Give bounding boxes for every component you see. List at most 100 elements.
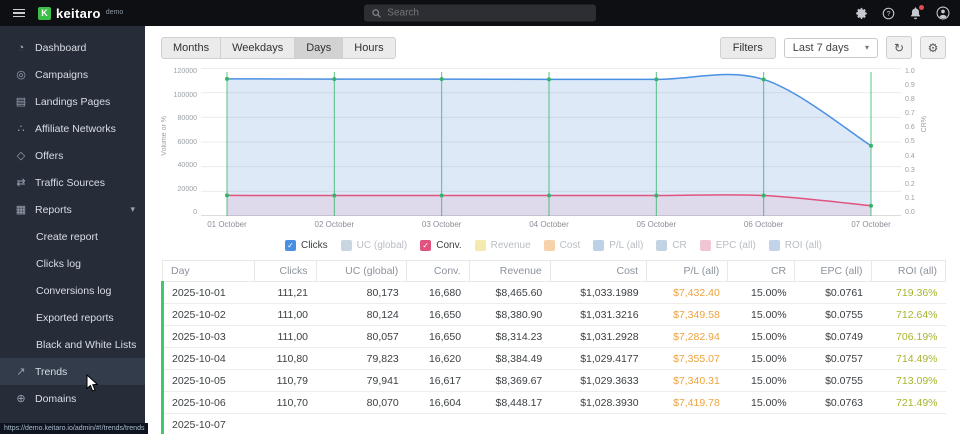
legend-item-p-l-all[interactable]: P/L (all) xyxy=(593,240,643,251)
sidebar-item-exported-reports[interactable]: Exported reports xyxy=(0,304,145,331)
user-avatar-icon[interactable] xyxy=(936,6,950,20)
cell-conv: 16,604 xyxy=(407,392,469,414)
sidebar-item-domains[interactable]: ⊕Domains xyxy=(0,385,145,412)
sidebar-item-black-and-white-lists[interactable]: Black and White Lists xyxy=(0,331,145,358)
legend-checkbox xyxy=(341,240,352,251)
legend-item-cr[interactable]: CR xyxy=(656,240,686,251)
cell-conv xyxy=(407,414,469,434)
table-row: 2025-10-03111,0080,05716,650$8,314.23$1,… xyxy=(163,326,946,348)
help-icon[interactable]: ? xyxy=(882,7,895,20)
table-row: 2025-10-04110,8079,82316,620$8,384.49$1,… xyxy=(163,348,946,370)
date-range-select[interactable]: Last 7 days ▾ xyxy=(784,38,878,58)
y-tick-label: 20000 xyxy=(178,186,197,193)
sidebar-item-label: Domains xyxy=(35,393,76,405)
cell-conv: 16,680 xyxy=(407,282,469,304)
legend-item-uc-global[interactable]: UC (global) xyxy=(341,240,408,251)
y-tick-label: 0 xyxy=(193,209,197,216)
table-row: 2025-10-02111,0080,12416,650$8,380.90$1,… xyxy=(163,304,946,326)
cell-day: 2025-10-05 xyxy=(163,370,255,392)
cell-revenue: $8,448.17 xyxy=(469,392,550,414)
cell-cost xyxy=(550,414,646,434)
sidebar-item-traffic-sources[interactable]: ⇄Traffic Sources xyxy=(0,169,145,196)
sidebar-item-trends[interactable]: ↗Trends xyxy=(0,358,145,385)
notifications-bell-icon[interactable] xyxy=(909,7,922,20)
y-axis-right: 1.00.90.80.70.60.50.40.30.20.10.0 xyxy=(901,68,921,216)
cell-day: 2025-10-03 xyxy=(163,326,255,348)
table-row: 2025-10-06110,7080,07016,604$8,448.17$1,… xyxy=(163,392,946,414)
sidebar-item-conversions-log[interactable]: Conversions log xyxy=(0,277,145,304)
cell-roi-all: 713.09% xyxy=(871,370,945,392)
y2-tick-label: 1.0 xyxy=(905,68,921,75)
cell-cr: 15.00% xyxy=(728,348,795,370)
legend-item-roi-all[interactable]: ROI (all) xyxy=(769,240,822,251)
cell-revenue xyxy=(469,414,550,434)
legend-checkbox: ✓ xyxy=(420,240,431,251)
col-p-l-all: P/L (all) xyxy=(647,261,728,282)
cell-revenue: $8,384.49 xyxy=(469,348,550,370)
legend-item-clicks[interactable]: ✓ Clicks xyxy=(285,240,328,251)
cell-day: 2025-10-07 xyxy=(163,414,255,434)
cell-epc-all xyxy=(795,414,871,434)
chevron-down-icon: ▾ xyxy=(130,204,135,215)
tab-months[interactable]: Months xyxy=(161,37,220,59)
cell-conv: 16,650 xyxy=(407,304,469,326)
tab-hours[interactable]: Hours xyxy=(342,37,395,59)
sidebar-item-label: Black and White Lists xyxy=(36,339,136,351)
cell-cr xyxy=(728,414,795,434)
legend-label: Clicks xyxy=(301,240,328,251)
sidebar-nav: ◔Dashboard◎Campaigns▤Landings Pages∴Affi… xyxy=(0,26,145,434)
tab-days[interactable]: Days xyxy=(294,37,342,59)
sidebar-item-reports[interactable]: ▦Reports▾ xyxy=(0,196,145,223)
x-tick-label: 06 October xyxy=(744,220,784,229)
settings-gear-icon[interactable] xyxy=(855,7,868,20)
tab-weekdays[interactable]: Weekdays xyxy=(220,37,294,59)
refresh-button[interactable]: ↻ xyxy=(886,36,912,59)
sidebar-item-clicks-log[interactable]: Clicks log xyxy=(0,250,145,277)
y-tick-label: 120000 xyxy=(174,68,197,75)
legend-label: CR xyxy=(672,240,686,251)
legend-checkbox xyxy=(544,240,555,251)
sidebar-item-campaigns[interactable]: ◎Campaigns xyxy=(0,61,145,88)
legend-checkbox: ✓ xyxy=(285,240,296,251)
col-conv: Conv. xyxy=(407,261,469,282)
dashboard-icon: ◔ xyxy=(13,42,29,54)
legend-item-conv[interactable]: ✓Conv. xyxy=(420,240,461,251)
search-bar[interactable] xyxy=(364,5,596,22)
cell-revenue: $8,314.23 xyxy=(469,326,550,348)
legend-item-epc-all[interactable]: EPC (all) xyxy=(700,240,756,251)
cell-revenue: $8,380.90 xyxy=(469,304,550,326)
legend-label: EPC (all) xyxy=(716,240,756,251)
sidebar-item-affiliate-networks[interactable]: ∴Affiliate Networks xyxy=(0,115,145,142)
sidebar-item-label: Conversions log xyxy=(36,285,111,297)
sidebar-item-landings-pages[interactable]: ▤Landings Pages xyxy=(0,88,145,115)
legend-item-revenue[interactable]: Revenue xyxy=(475,240,531,251)
sidebar-item-offers[interactable]: ◇Offers xyxy=(0,142,145,169)
legend-item-cost[interactable]: Cost xyxy=(544,240,581,251)
sidebar-item-create-report[interactable]: Create report xyxy=(0,223,145,250)
cell-cost: $1,028.3930 xyxy=(550,392,646,414)
cell-uc-global: 79,823 xyxy=(316,348,407,370)
x-axis-labels: 01 October02 October03 October04 October… xyxy=(201,220,901,233)
sidebar-item-label: Campaigns xyxy=(35,69,88,81)
cell-cost: $1,029.4177 xyxy=(550,348,646,370)
cell-epc-all: $0.0755 xyxy=(795,370,871,392)
filters-button[interactable]: Filters xyxy=(720,37,776,59)
cell-p-l-all: $7,419.78 xyxy=(647,392,728,414)
search-input[interactable] xyxy=(387,8,588,19)
sidebar-item-dashboard[interactable]: ◔Dashboard xyxy=(0,34,145,61)
chevron-down-icon: ▾ xyxy=(865,43,869,52)
col-cr: CR xyxy=(728,261,795,282)
cell-p-l-all: $7,432.40 xyxy=(647,282,728,304)
report-settings-button[interactable]: ⚙ xyxy=(920,36,946,59)
cell-uc-global: 80,057 xyxy=(316,326,407,348)
legend-label: UC (global) xyxy=(357,240,408,251)
table-row: 2025-10-07 xyxy=(163,414,946,434)
sidebar-item-label: Landings Pages xyxy=(35,96,110,108)
legend-checkbox xyxy=(769,240,780,251)
cell-roi-all: 721.49% xyxy=(871,392,945,414)
hamburger-menu-icon[interactable] xyxy=(10,6,28,21)
y2-axis-title: CR% xyxy=(921,116,931,132)
brand-logo[interactable]: K keitaro demo xyxy=(38,6,123,21)
table-row: 2025-10-05110,7979,94116,617$8,369.67$1,… xyxy=(163,370,946,392)
x-tick-label: 03 October xyxy=(422,220,462,229)
